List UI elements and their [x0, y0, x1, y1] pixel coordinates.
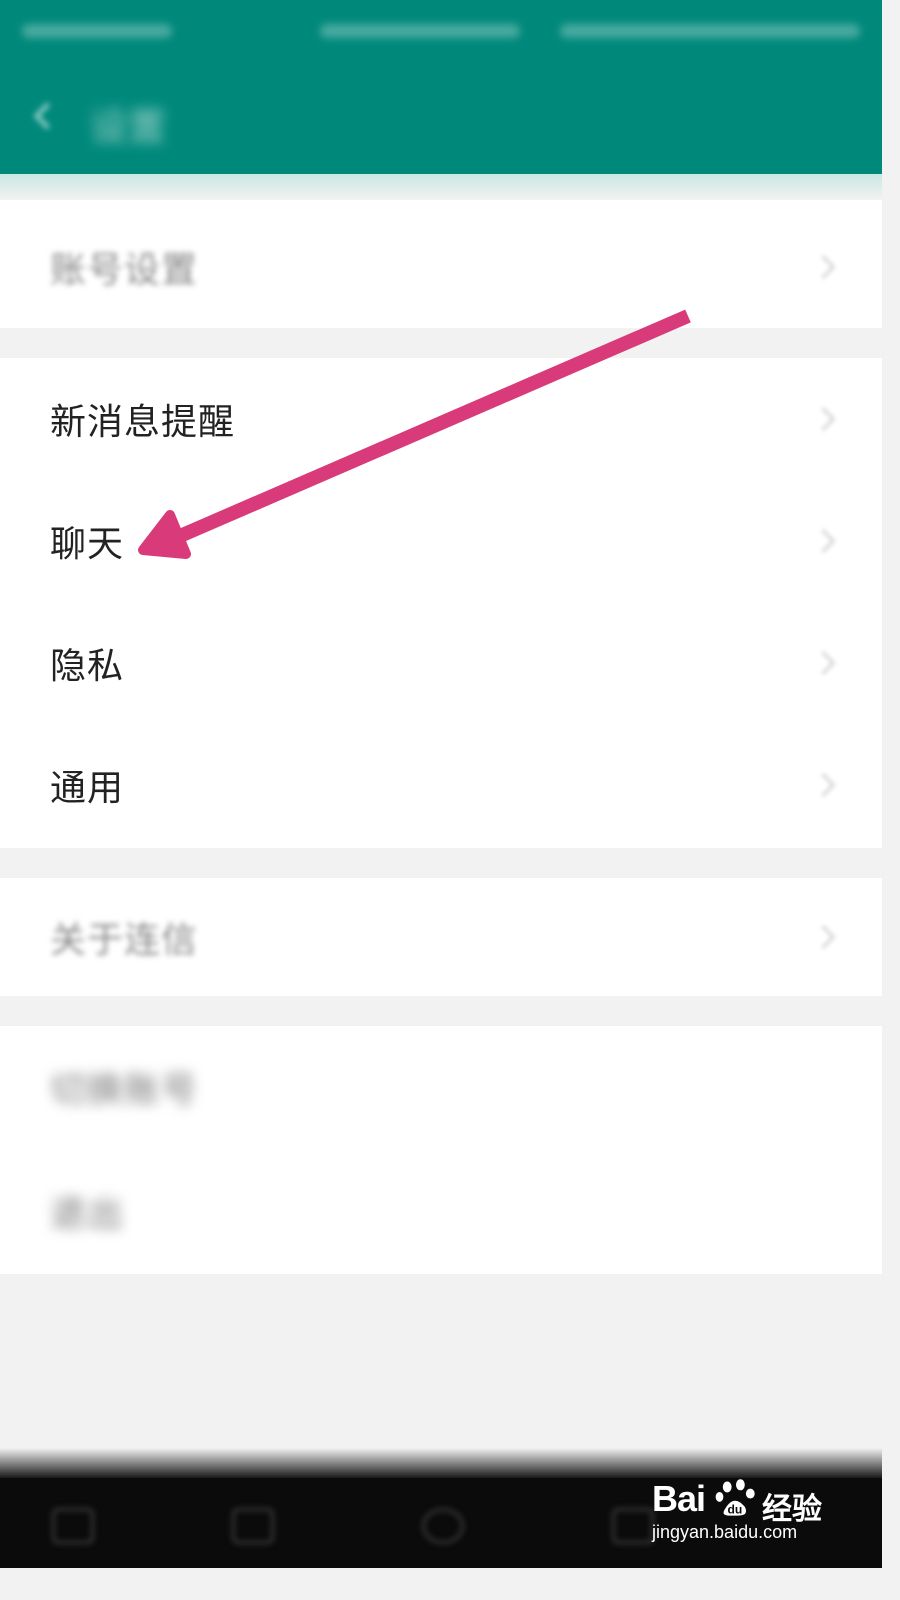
watermark-brand: Bai: [652, 1478, 706, 1519]
settings-item-label: 新消息提醒: [50, 402, 236, 443]
page-title: 设置: [90, 105, 167, 149]
settings-item-label: 关于连信: [50, 920, 199, 961]
chevron-right-icon: [811, 650, 836, 676]
settings-item-label: 聊天: [50, 524, 125, 565]
paw-icon: du: [715, 1479, 755, 1516]
app-bar-shadow: [0, 174, 882, 200]
chevron-right-icon: [811, 406, 836, 432]
settings-item-logout[interactable]: 退出: [0, 1150, 882, 1272]
chevron-right-icon: [811, 772, 836, 798]
back-nav-icon[interactable]: [232, 1508, 274, 1544]
settings-item-privacy[interactable]: 隐私: [0, 602, 882, 724]
account-section: 账号设置: [0, 200, 882, 328]
about-section: 关于连信: [0, 878, 882, 996]
recents-icon[interactable]: [612, 1508, 654, 1544]
settings-item-general[interactable]: 通用: [0, 724, 882, 846]
settings-item-label: 通用: [50, 768, 125, 809]
settings-item-account[interactable]: 账号设置: [0, 206, 882, 328]
settings-item-label: 隐私: [50, 646, 125, 687]
settings-item-label: 账号设置: [50, 250, 199, 291]
settings-item-label: 退出: [50, 1194, 125, 1235]
baidu-jingyan-watermark: Bai du 经验 jingyan.baidu.com: [652, 1476, 832, 1556]
chevron-right-icon: [811, 254, 836, 280]
general-section: 新消息提醒 聊天 隐私 通用: [0, 358, 882, 848]
settings-item-notifications[interactable]: 新消息提醒: [0, 358, 882, 480]
app-bar: 设置: [0, 62, 882, 174]
account-actions-section: 切换账号 退出: [0, 1026, 882, 1274]
watermark-url: jingyan.baidu.com: [652, 1522, 798, 1542]
chevron-right-icon: [811, 924, 836, 950]
home-icon[interactable]: [422, 1508, 464, 1544]
chevron-right-icon: [811, 528, 836, 554]
settings-item-switch-account[interactable]: 切换账号: [0, 1026, 882, 1148]
menu-icon[interactable]: [52, 1508, 94, 1544]
status-bar: [0, 0, 882, 62]
settings-item-label: 切换账号: [50, 1070, 199, 1111]
back-arrow-icon[interactable]: [26, 98, 62, 134]
settings-item-chat[interactable]: 聊天: [0, 480, 882, 602]
settings-item-about[interactable]: 关于连信: [0, 878, 882, 996]
svg-text:du: du: [728, 1502, 743, 1516]
